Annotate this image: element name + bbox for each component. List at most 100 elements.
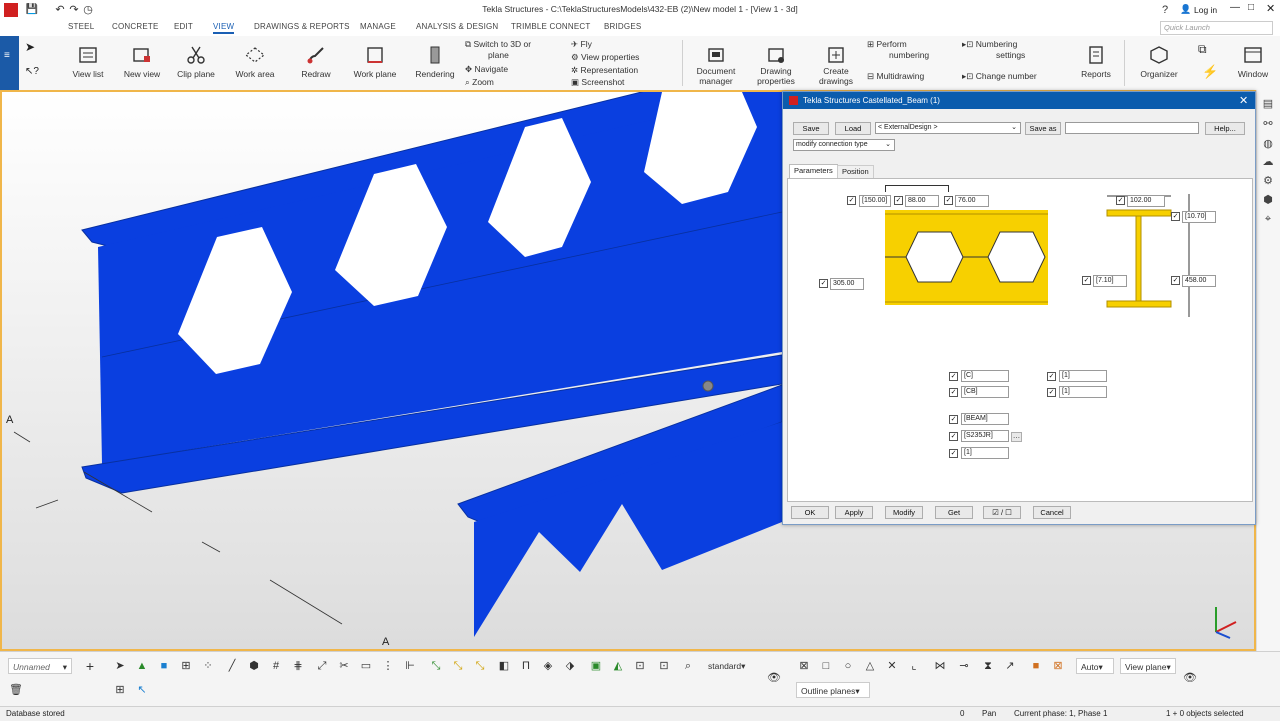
select-cuts-icon[interactable]: ✂ [336,658,352,674]
hourglass-icon[interactable]: ⧗ [980,658,996,674]
clipping-icon[interactable]: ⊠ [796,658,812,674]
modify-type-select[interactable]: modify connection type ⌄ [793,139,895,151]
clip-plane-button[interactable]: Clip plane [174,36,218,90]
select-lines-icon[interactable]: ╱ [224,658,240,674]
settings-icon[interactable]: ⚙ [1262,175,1274,187]
param-height-field[interactable]: 305.00 [830,278,864,290]
checkbox-name[interactable]: ✓ [949,415,958,424]
modify-button[interactable]: Modify [885,506,923,519]
snap-line-icon[interactable]: ◈ [540,658,556,674]
eye-icon[interactable]: 👁 [1182,670,1198,686]
triangle-icon[interactable]: △ [862,658,878,674]
ok-button[interactable]: OK [791,506,829,519]
select-grid-lines-icon[interactable]: # [268,658,284,674]
cloud-icon[interactable]: ☁ [1262,156,1274,168]
preset-select[interactable]: < ExternalDesign > ⌄ [875,122,1021,134]
checkbox-class[interactable]: ✓ [949,449,958,458]
checkbox-material[interactable]: ✓ [949,432,958,441]
get-button[interactable]: Get [935,506,973,519]
switch-3d-button[interactable]: ⧉ Switch to 3D or [465,39,531,50]
lightning-icon[interactable]: ⚡ [1202,64,1218,80]
snapshot-icon[interactable]: ⊠ [1050,658,1066,674]
snap-intersection-icon[interactable]: ◧ [496,658,512,674]
window-button[interactable]: Window [1232,36,1274,90]
corner-icon[interactable]: ⌞ [906,658,922,674]
dialog-saveas-button[interactable]: Save as [1025,122,1061,135]
help-icon[interactable]: ? [1157,2,1173,18]
prefix-field[interactable]: [C] [961,370,1009,382]
work-plane-button[interactable]: Work plane [350,36,400,90]
fly-button[interactable]: ✈ Fly [571,39,592,50]
select-reinforcement-icon[interactable]: ⊩ [402,658,418,674]
assembly-start-number-field[interactable]: [1] [1059,386,1107,398]
snap-any-icon[interactable]: ▣ [588,658,604,674]
menu-steel[interactable]: STEEL [68,22,94,31]
param-flange-width-field[interactable]: 102.00 [1127,195,1165,207]
break-icon[interactable]: ⋈ [932,658,948,674]
saveas-name-field[interactable] [1065,122,1199,134]
menu-manage[interactable]: MANAGE [360,22,396,31]
menu-bridges[interactable]: BRIDGES [604,22,641,31]
minimize-button[interactable]: — [1230,2,1240,13]
snap-center-icon[interactable]: ⤡ [472,658,488,674]
checkbox-p7[interactable]: ✓ [1082,276,1091,285]
material-field[interactable]: [S235JR] [961,430,1009,442]
pin-icon[interactable]: ⌖ [1262,213,1274,225]
document-manager-button[interactable]: Document manager [693,36,739,90]
dialog-close-button[interactable]: ✕ [1239,94,1248,107]
dialog-save-button[interactable]: Save [793,122,829,135]
snap-nearest-icon[interactable]: ⬗ [562,658,578,674]
work-area-button[interactable]: Work area [232,36,278,90]
close-button[interactable]: ✕ [1266,2,1275,15]
select-surface-icon[interactable]: ■ [156,658,172,674]
menu-trimble-connect[interactable]: TRIMBLE CONNECT [511,22,590,31]
organizer-button[interactable]: Organizer [1138,36,1180,90]
menu-concrete[interactable]: CONCRETE [112,22,159,31]
create-drawings-button[interactable]: Create drawings [813,36,859,90]
screenshot-button[interactable]: ▣ Screenshot [571,77,624,88]
properties-icon[interactable]: ▤ [1262,98,1274,110]
param-flange-thk-field[interactable]: [10.70] [1182,211,1216,223]
menu-icon[interactable]: ≡ [4,50,10,61]
checkbox-p2[interactable]: ✓ [894,196,903,205]
auto-select[interactable]: Auto▾ [1076,658,1114,674]
select-objects-icon[interactable]: ⬢ [246,658,262,674]
material-browse-button[interactable]: … [1011,432,1022,442]
select-all-icon[interactable]: ➤ [112,658,128,674]
name-field[interactable]: [BEAM] [961,413,1009,425]
tab-parameters[interactable]: Parameters [789,164,838,179]
select-welds-icon[interactable]: ⋕ [290,658,306,674]
redraw-button[interactable]: Redraw [296,36,336,90]
snap-reference-icon[interactable]: ⊡ [656,658,672,674]
box-icon[interactable]: ⬢ [1262,194,1274,206]
menu-view[interactable]: VIEW [213,22,235,34]
checkbox-f3[interactable]: ✓ [949,388,958,397]
checkbox-p8[interactable]: ✓ [1171,276,1180,285]
snap-grid-icon[interactable]: ⊡ [632,658,648,674]
maximize-button[interactable]: □ [1248,2,1254,13]
angle-icon[interactable]: ↗ [1002,658,1018,674]
delete-icon[interactable]: 🗑 [8,682,24,698]
view-plane-select[interactable]: View plane▾ [1120,658,1176,674]
help-select-icon[interactable]: ↖? [25,66,39,77]
login-link[interactable]: Log in [1194,5,1217,15]
select-parts-icon[interactable]: ▲ [134,658,150,674]
circle-icon[interactable]: ○ [840,658,856,674]
checkbox-p3[interactable]: ✓ [944,196,953,205]
cross-icon[interactable]: ✕ [884,658,900,674]
zoom-button[interactable]: ⌕ Zoom [465,77,494,88]
select-connections-icon[interactable]: ⤢ [314,658,330,674]
checkbox-p4[interactable]: ✓ [819,279,828,288]
representation-button[interactable]: ✲ Representation [571,65,638,76]
select-points-icon[interactable]: ⁘ [200,658,216,674]
start-number-field[interactable]: [1] [1059,370,1107,382]
dialog-load-button[interactable]: Load [835,122,871,135]
navigate-button[interactable]: ✥ Navigate [465,64,508,75]
snap-perpendicular-icon[interactable]: Π [518,658,534,674]
param-hole-width-field[interactable]: 88.00 [905,195,939,207]
pointer-icon[interactable]: ↖ [134,682,150,698]
change-number-button[interactable]: ▸⊡ Change number [962,71,1037,82]
param-web-thk-field[interactable]: [7.10] [1093,275,1127,287]
param-opening-field[interactable]: 76.00 [955,195,989,207]
stop-icon[interactable]: ■ [1028,658,1044,674]
